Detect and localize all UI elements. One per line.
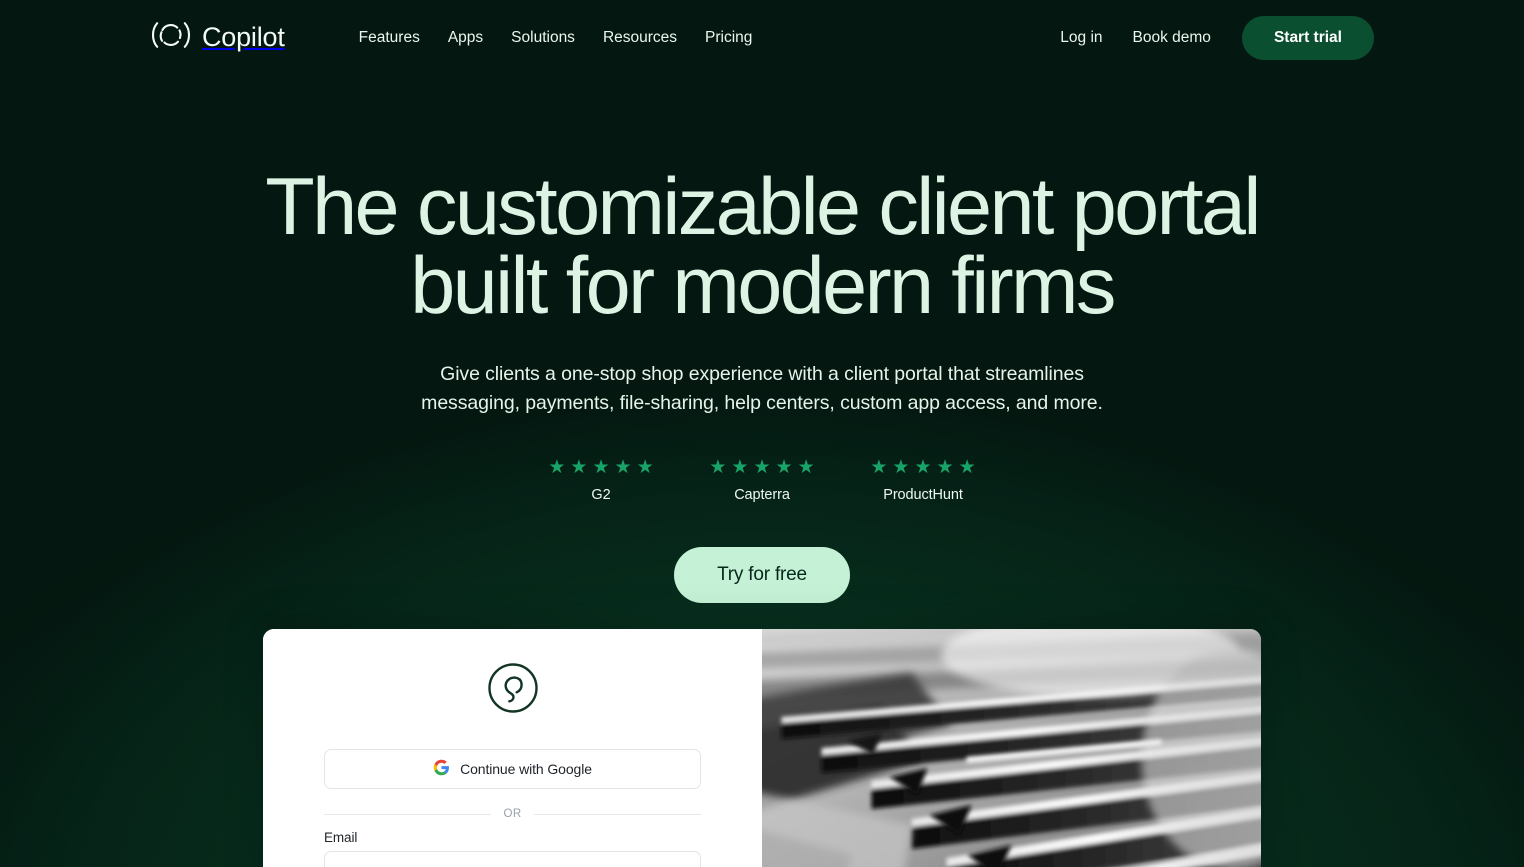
star-icon: ★ — [797, 457, 815, 479]
email-input[interactable] — [324, 851, 701, 867]
continue-with-google-label: Continue with Google — [460, 761, 592, 777]
star-icon: ★ — [914, 457, 932, 479]
copilot-circle-mark-icon — [487, 662, 539, 719]
continue-with-google-button[interactable]: Continue with Google — [324, 749, 701, 789]
hero-cta-wrapper: Try for free — [0, 547, 1524, 604]
hero-title-line-1: The customizable client portal — [265, 162, 1261, 252]
rating-source-label: ProductHunt — [883, 487, 963, 504]
brand-logo-link[interactable]: Copilot — [150, 20, 285, 55]
nav-item-features[interactable]: Features — [345, 21, 434, 55]
star-icon: ★ — [753, 457, 771, 479]
product-preview-photo — [762, 629, 1261, 867]
rating-g2: ★ ★ ★ ★ ★ G2 — [521, 458, 682, 503]
star-rating-producthunt: ★ ★ ★ ★ ★ — [843, 458, 1004, 477]
nav-item-apps[interactable]: Apps — [434, 21, 497, 55]
star-icon: ★ — [870, 457, 888, 479]
nav-item-solutions[interactable]: Solutions — [497, 21, 589, 55]
hero-subtitle-line-2: messaging, payments, file-sharing, help … — [421, 392, 1103, 414]
divider-line-left — [324, 813, 492, 815]
ratings-row: ★ ★ ★ ★ ★ G2 ★ ★ ★ ★ ★ Capterra ★ ★ ★ ★ … — [0, 458, 1524, 503]
hero-subtitle: Give clients a one-stop shop experience … — [362, 360, 1162, 419]
primary-nav: Features Apps Solutions Resources Pricin… — [345, 21, 767, 55]
star-rating-g2: ★ ★ ★ ★ ★ — [521, 458, 682, 477]
star-icon: ★ — [636, 457, 654, 479]
brand-name: Copilot — [202, 22, 285, 52]
rating-source-label: G2 — [591, 487, 611, 504]
hero-subtitle-line-1: Give clients a one-stop shop experience … — [440, 362, 1084, 385]
divider-line-right — [533, 813, 701, 815]
site-header: Copilot Features Apps Solutions Resource… — [0, 0, 1524, 75]
log-in-link[interactable]: Log in — [1045, 21, 1117, 55]
star-icon: ★ — [731, 457, 749, 479]
divider-label: OR — [503, 808, 522, 820]
rating-producthunt: ★ ★ ★ ★ ★ ProductHunt — [843, 458, 1004, 503]
star-icon: ★ — [936, 457, 954, 479]
star-icon: ★ — [775, 457, 793, 479]
star-icon: ★ — [892, 457, 910, 479]
star-icon: ★ — [592, 457, 610, 479]
star-icon: ★ — [548, 457, 566, 479]
nav-item-resources[interactable]: Resources — [589, 21, 691, 55]
rating-capterra: ★ ★ ★ ★ ★ Capterra — [682, 458, 843, 503]
login-pane: Continue with Google OR Email — [263, 629, 762, 867]
nav-item-pricing[interactable]: Pricing — [691, 21, 766, 55]
page-title: The customizable client portal built for… — [202, 167, 1322, 327]
copilot-parenthesis-c-icon — [150, 20, 192, 55]
or-divider: OR — [324, 808, 701, 820]
hero-section: The customizable client portal built for… — [0, 75, 1524, 604]
book-demo-link[interactable]: Book demo — [1118, 21, 1226, 55]
header-actions: Log in Book demo Start trial — [1045, 15, 1374, 60]
email-field-label: Email — [324, 830, 358, 845]
page-root: Copilot Features Apps Solutions Resource… — [0, 0, 1524, 867]
rating-source-label: Capterra — [734, 487, 790, 504]
star-rating-capterra: ★ ★ ★ ★ ★ — [682, 458, 843, 477]
google-g-icon — [433, 759, 450, 779]
star-icon: ★ — [709, 457, 727, 479]
start-trial-button[interactable]: Start trial — [1241, 15, 1374, 60]
star-icon: ★ — [958, 457, 976, 479]
star-icon: ★ — [570, 457, 588, 479]
try-for-free-button[interactable]: Try for free — [674, 547, 850, 604]
email-field-group: Email — [324, 830, 701, 867]
product-preview-card: Continue with Google OR Email — [263, 629, 1261, 867]
star-icon: ★ — [614, 457, 632, 479]
hero-title-line-2: built for modern firms — [410, 241, 1116, 332]
